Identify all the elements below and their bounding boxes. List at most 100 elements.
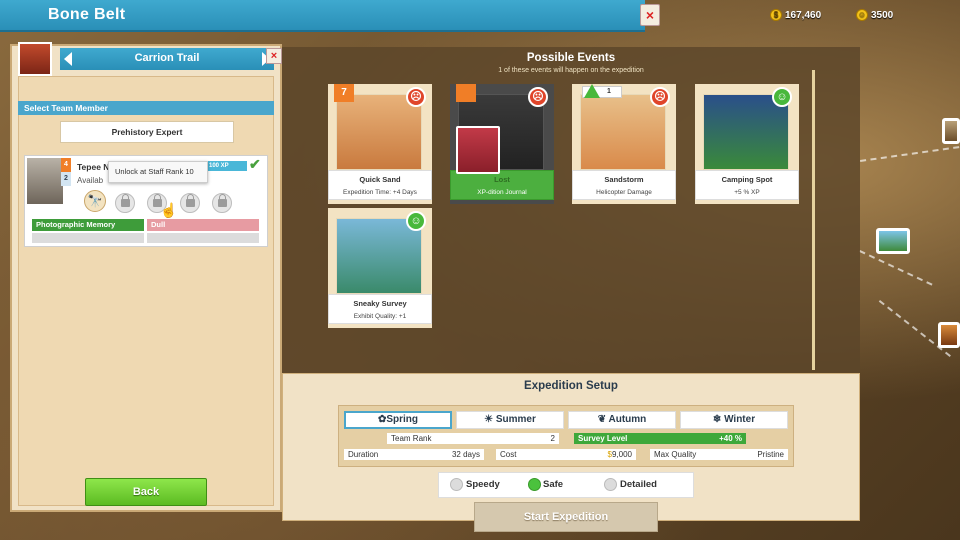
bad-outcome-face-icon: ☹	[650, 87, 670, 107]
good-outcome-face-icon: ☺	[772, 87, 792, 107]
map-location-marker[interactable]	[942, 118, 960, 144]
rank-badge: 2	[61, 172, 71, 186]
trail-selector: Carrion Trail	[60, 48, 274, 70]
setup-title: Expedition Setup	[524, 380, 618, 392]
stat-label: Duration	[348, 450, 379, 459]
money-value: 167,460	[785, 9, 822, 21]
event-label-box: Sneaky Survey Exhibit Quality: +1	[328, 294, 432, 324]
team-rank-stat: Team Rank 2	[387, 433, 559, 444]
season-spring-button[interactable]: ✿Spring	[344, 411, 452, 429]
back-button[interactable]: Back	[85, 478, 207, 506]
event-effect: Helicopter Damage	[596, 189, 652, 196]
hand-cursor-icon: ☝	[160, 202, 178, 218]
trait-negative: Dull	[147, 219, 259, 231]
stat-value: $9,000	[608, 449, 632, 460]
maple-leaf-icon: ❦	[597, 414, 609, 425]
lock-icon	[121, 194, 130, 207]
season-label: Spring	[386, 414, 419, 425]
money-display: $ 167,460	[770, 9, 821, 21]
locked-skill-slot[interactable]	[115, 193, 135, 213]
expedition-thumbnail	[18, 42, 52, 76]
binoculars-skill-icon[interactable]: 🔭	[84, 190, 106, 212]
trail-name: Carrion Trail	[134, 52, 200, 64]
events-subtitle: 1 of these events will happen on the exp…	[498, 67, 644, 74]
locked-skill-slot[interactable]	[212, 193, 232, 213]
stat-value: 32 days	[451, 450, 480, 459]
event-name: Lost	[494, 175, 510, 184]
close-icon[interactable]: ×	[640, 4, 660, 26]
member-status: Availab	[77, 176, 104, 185]
snowflake-icon: ❄	[712, 414, 725, 425]
event-label-box: Camping Spot +5 % XP	[695, 170, 799, 200]
lock-icon	[218, 194, 227, 207]
map-location-marker[interactable]	[876, 228, 910, 254]
event-art	[336, 218, 422, 294]
duration-stat: Duration 32 days	[344, 449, 484, 460]
season-autumn-button[interactable]: ❦ Autumn	[568, 411, 676, 429]
stat-label: Cost	[500, 450, 517, 459]
detailed-radio[interactable]	[604, 478, 617, 491]
season-summer-button[interactable]: ☀ Summer	[456, 411, 564, 429]
selected-check-icon: ✔	[249, 156, 261, 172]
event-effect: +5 % XP	[734, 189, 760, 196]
up-triangle-icon	[584, 84, 600, 98]
stat-label: Team Rank	[391, 434, 432, 443]
trait-positive: Photographic Memory	[32, 219, 144, 231]
event-name: Sandstorm	[604, 175, 644, 184]
lock-icon	[186, 194, 195, 207]
event-name: Quick Sand	[359, 175, 401, 184]
event-count-badge	[456, 84, 476, 102]
season-label: Summer	[495, 414, 536, 425]
stat-label: Survey Level	[578, 434, 628, 443]
member-portrait	[27, 158, 63, 204]
mode-label-detailed: Detailed	[620, 479, 657, 490]
event-effect: XP-dition Journal	[477, 189, 527, 196]
safe-radio[interactable]	[528, 478, 541, 491]
events-scrollbar[interactable]	[812, 70, 815, 370]
close-panel-icon[interactable]: ×	[266, 48, 282, 64]
stat-label: Max Quality	[654, 450, 697, 459]
journal-book-icon	[456, 126, 500, 174]
trait-empty-slot	[32, 233, 144, 243]
bad-outcome-face-icon: ☹	[528, 87, 548, 107]
mode-label-safe: Safe	[543, 479, 564, 490]
survey-level-stat: Survey Level +40 %	[574, 433, 746, 444]
bad-outcome-face-icon: ☹	[406, 87, 426, 107]
member-name: Tepee N	[77, 162, 110, 172]
event-label-box: Lost XP-dition Journal	[450, 170, 554, 200]
event-name: Camping Spot	[721, 175, 773, 184]
event-effect: Expedition Time: +4 Days	[343, 189, 417, 196]
map-location-marker[interactable]	[938, 322, 960, 348]
unlock-tooltip: Unlock at Staff Rank 10	[108, 161, 208, 183]
select-team-member-header: Select Team Member	[18, 101, 274, 115]
season-label: Autumn	[608, 414, 647, 425]
kudos-value: 3500	[871, 9, 894, 21]
max-quality-stat: Max Quality Pristine	[650, 449, 788, 460]
mode-label-speedy: Speedy	[466, 479, 500, 490]
events-title: Possible Events	[526, 52, 616, 64]
stat-value: Pristine	[757, 450, 784, 459]
cost-value: 9,000	[611, 450, 632, 459]
season-winter-button[interactable]: ❄ Winter	[680, 411, 788, 429]
season-label: Winter	[724, 414, 756, 425]
event-art	[580, 94, 666, 170]
level-badge: 4	[61, 158, 71, 172]
coin-icon: $	[770, 9, 782, 21]
xp-bar: 100 XP	[203, 161, 247, 171]
kudos-display: ☺ 3500	[856, 9, 893, 21]
event-label-box: Sandstorm Helicopter Damage	[572, 170, 676, 200]
trait-empty-slot	[147, 233, 259, 243]
event-name: Sneaky Survey	[353, 299, 407, 308]
stat-value: 2	[550, 434, 555, 443]
sun-icon: ☀	[484, 414, 496, 425]
stat-value: +40 %	[719, 434, 742, 443]
good-outcome-face-icon: ☺	[406, 211, 426, 231]
event-label-box: Quick Sand Expedition Time: +4 Days	[328, 170, 432, 200]
region-title: Bone Belt	[48, 6, 126, 23]
speedy-radio[interactable]	[450, 478, 463, 491]
locked-skill-slot[interactable]	[180, 193, 200, 213]
event-effect: Exhibit Quality: +1	[353, 313, 407, 320]
cost-stat: Cost $9,000	[496, 449, 636, 460]
start-expedition-button[interactable]: Start Expedition	[474, 502, 658, 532]
role-label: Prehistory Expert	[60, 121, 234, 143]
